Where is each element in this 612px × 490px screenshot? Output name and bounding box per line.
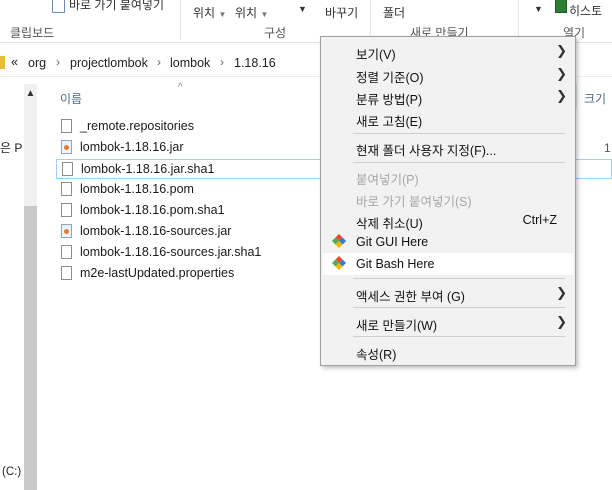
menu-item-customize-folder[interactable]: 현재 폴더 사용자 지정(F)... [323, 136, 573, 158]
menu-item-label: 분류 방법(P) [356, 93, 423, 107]
breadcrumb-version[interactable]: 1.18.16 [234, 56, 276, 70]
jar-icon [61, 224, 72, 238]
chevron-right-icon: ❯ [556, 285, 567, 300]
column-divider[interactable] [576, 84, 577, 108]
chevron-right-icon[interactable]: › [220, 55, 224, 69]
menu-separator [353, 162, 565, 163]
copy-to-button[interactable]: 위치 ▼ [235, 4, 268, 21]
menu-separator [353, 133, 565, 134]
chevron-up-icon[interactable]: ▲ [24, 88, 37, 99]
chevron-down-icon: ▼ [260, 10, 269, 19]
menu-item-view[interactable]: 보기(V) ❯ [323, 40, 573, 62]
nav-scrollbar[interactable]: ▲ [24, 84, 37, 490]
menu-item-undo-delete[interactable]: 삭제 취소(U) Ctrl+Z [323, 209, 573, 231]
shortcut-hint: Ctrl+Z [522, 213, 557, 227]
menu-item-new[interactable]: 새로 만들기(W) ❯ [323, 311, 573, 333]
git-icon [331, 255, 347, 271]
rename-button[interactable]: 바꾸기 [325, 4, 358, 21]
menu-separator [353, 336, 565, 337]
menu-item-label: 삭제 취소(U) [356, 217, 423, 231]
properties-dropdown-icon[interactable]: ▼ [534, 4, 543, 14]
jar-icon [61, 140, 72, 154]
new-folder-button[interactable]: 폴더 [383, 4, 405, 21]
nav-item-drive-c[interactable]: (C:) [2, 466, 21, 478]
ribbon-divider [518, 0, 519, 40]
menu-item-label: 액세스 권한 부여 (G) [356, 290, 465, 304]
move-to-label: 위치 [193, 6, 216, 20]
copy-icon [52, 0, 65, 13]
folder-icon [0, 56, 5, 69]
chevron-down-icon: ▼ [218, 10, 227, 19]
file-icon [61, 203, 72, 217]
history-icon [555, 0, 567, 13]
file-name: lombok-1.18.16.jar [80, 140, 184, 154]
size-column-header[interactable]: 크기 [584, 90, 606, 107]
breadcrumb-org[interactable]: org [28, 56, 46, 70]
file-name: lombok-1.18.16-sources.jar [80, 224, 232, 238]
file-name: _remote.repositories [80, 119, 194, 133]
menu-item-group-by[interactable]: 분류 방법(P) ❯ [323, 85, 573, 107]
name-column-header[interactable]: 이름 [60, 90, 82, 107]
copy-to-label: 위치 [235, 6, 258, 20]
ribbon-divider [370, 0, 371, 40]
menu-separator [353, 307, 565, 308]
menu-item-paste: 붙여넣기(P) [323, 165, 573, 187]
paste-shortcut-ribbon-button[interactable]: 바로 가기 붙여넣기 [69, 0, 164, 13]
menu-item-label: 보기(V) [356, 48, 396, 62]
delete-dropdown-icon[interactable]: ▼ [298, 4, 307, 14]
menu-item-refresh[interactable]: 새로 고침(E) [323, 107, 573, 129]
clipboard-group-label: 클립보드 [10, 26, 55, 40]
menu-item-label: 바로 가기 붙여넣기(S) [356, 195, 472, 209]
chevron-right-icon: ❯ [556, 314, 567, 329]
file-icon [61, 245, 72, 259]
breadcrumb-projectlombok[interactable]: projectlombok [70, 56, 148, 70]
menu-item-sort-by[interactable]: 정렬 기준(O) ❯ [323, 63, 573, 85]
chevron-right-icon: ❯ [556, 66, 567, 81]
file-icon [62, 162, 73, 176]
file-icon [61, 119, 72, 133]
ribbon-divider [180, 0, 181, 40]
menu-item-label: 속성(R) [356, 348, 397, 362]
chevron-right-icon: ❯ [556, 43, 567, 58]
menu-item-label: 정렬 기준(O) [356, 71, 424, 85]
menu-item-git-gui[interactable]: Git GUI Here [323, 231, 573, 253]
menu-item-paste-shortcut: 바로 가기 붙여넣기(S) [323, 187, 573, 209]
chevron-right-icon: ❯ [556, 88, 567, 103]
chevron-right-icon[interactable]: › [56, 55, 60, 69]
file-name: lombok-1.18.16-sources.jar.sha1 [80, 245, 262, 259]
nav-item-truncated[interactable]: 은 P [0, 139, 22, 156]
file-icon [61, 182, 72, 196]
menu-item-give-access[interactable]: 액세스 권한 부여 (G) ❯ [323, 282, 573, 304]
file-name: lombok-1.18.16.jar.sha1 [81, 162, 215, 176]
breadcrumb-lombok[interactable]: lombok [170, 56, 210, 70]
file-name: m2e-lastUpdated.properties [80, 266, 235, 280]
scrollbar-thumb[interactable] [24, 206, 37, 490]
sort-ascending-icon: ^ [178, 82, 183, 93]
context-menu: 보기(V) ❯ 정렬 기준(O) ❯ 분류 방법(P) ❯ 새로 고침(E) 현… [320, 36, 576, 366]
menu-item-properties[interactable]: 속성(R) [323, 340, 573, 362]
chevron-right-icon[interactable]: › [157, 55, 161, 69]
menu-item-label: 붙여넣기(P) [356, 173, 419, 187]
file-name: lombok-1.18.16.pom.sha1 [80, 203, 225, 217]
menu-separator [353, 278, 565, 279]
file-icon [61, 266, 72, 280]
menu-item-label: Git GUI Here [356, 235, 429, 249]
menu-item-label: 새로 고침(E) [356, 115, 423, 129]
menu-item-label: Git Bash Here [356, 257, 435, 271]
menu-item-label: 새로 만들기(W) [356, 319, 438, 333]
menu-item-label: 현재 폴더 사용자 지정(F)... [356, 144, 497, 158]
git-icon [331, 233, 347, 249]
menu-item-git-bash[interactable]: Git Bash Here [323, 253, 573, 275]
organize-group-label: 구성 [264, 26, 287, 40]
move-to-button[interactable]: 위치 ▼ [193, 4, 226, 21]
history-button[interactable]: 히스토 [569, 2, 602, 19]
file-name: lombok-1.18.16.pom [80, 182, 194, 196]
breadcrumb-overflow[interactable]: « [11, 55, 18, 69]
